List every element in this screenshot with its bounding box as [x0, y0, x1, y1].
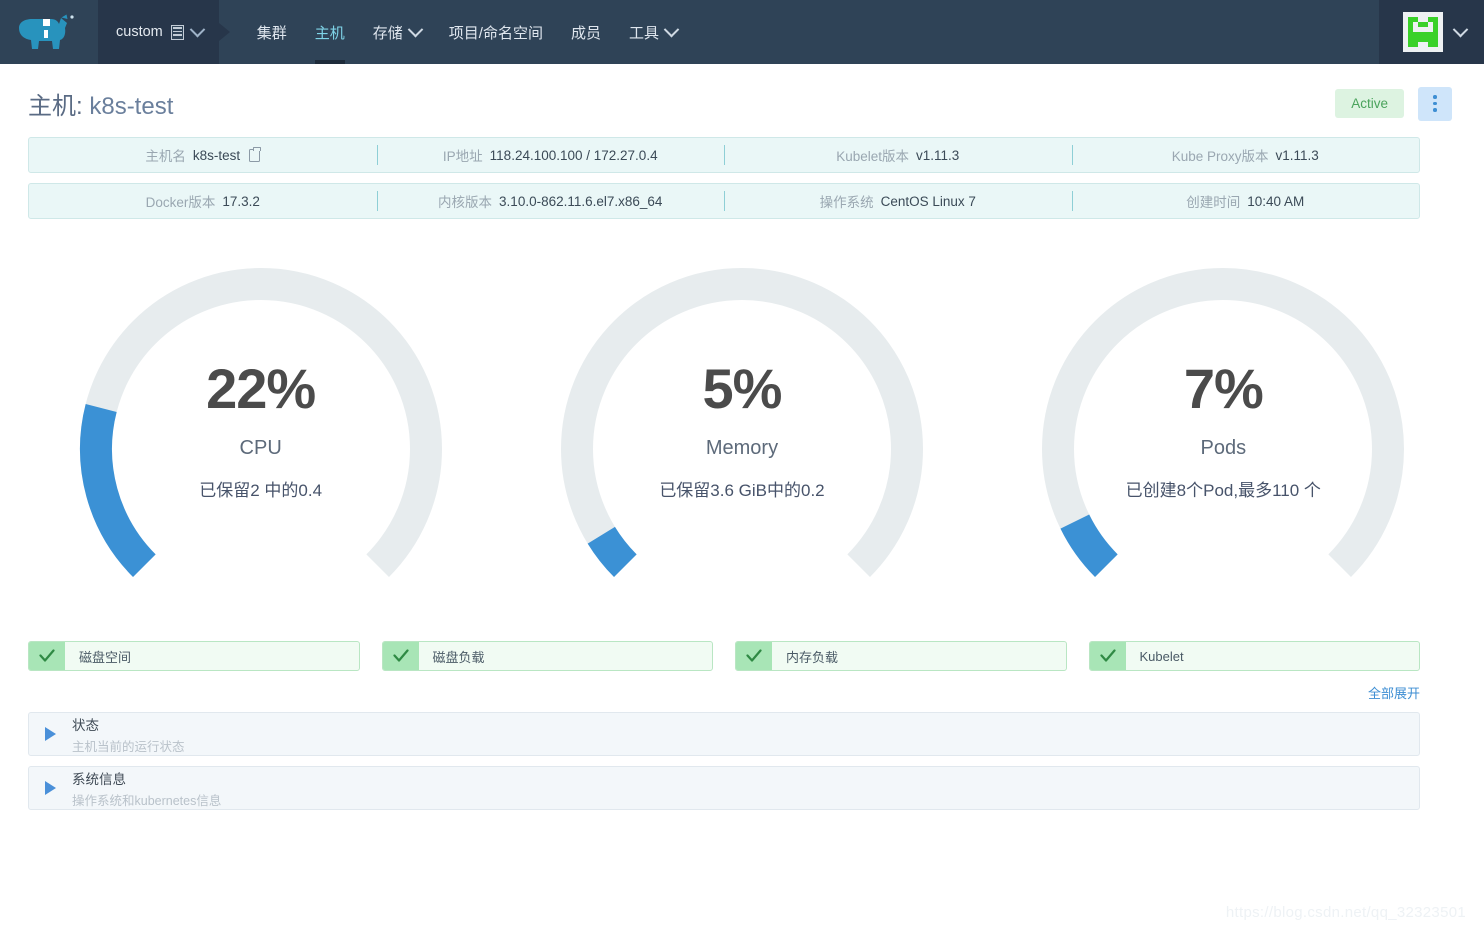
cluster-selector[interactable]: custom: [98, 0, 230, 64]
active-tab-underline: [314, 60, 345, 64]
chevron-down-icon: [663, 21, 680, 37]
cluster-selector-label: custom: [116, 24, 163, 40]
info-kernel-version: 内核版本 3.10.0-862.11.6.el7.x86_64: [376, 184, 725, 218]
condition-disk-pressure: 磁盘负载: [381, 641, 713, 671]
info-ip-address: IP地址 118.24.100.100 / 172.27.0.4: [376, 138, 725, 172]
nav-item-label: 工具: [628, 24, 659, 42]
page-header: 主机: k8s-test Active: [0, 64, 1484, 137]
info-label: Kube Proxy版本: [1171, 149, 1269, 164]
info-label: 创建时间: [1186, 195, 1241, 210]
info-docker-version: Docker版本 17.3.2: [29, 184, 377, 218]
info-kube-proxy-version: Kube Proxy版本 v1.11.3: [1071, 138, 1420, 172]
chevron-down-icon: [407, 21, 424, 37]
user-menu[interactable]: [1379, 0, 1484, 64]
list-icon: [170, 24, 184, 40]
check-icon: [736, 642, 772, 670]
user-avatar-identicon: [1403, 12, 1443, 52]
nav-item-label: 成员: [570, 24, 601, 42]
condition-label: 磁盘负载: [432, 649, 485, 665]
info-hostname: 主机名 k8s-test: [29, 138, 377, 172]
info-label: 内核版本: [438, 195, 493, 210]
page-title-prefix: 主机: [28, 93, 76, 120]
gauge-memory-chart: [560, 268, 923, 577]
nav-item-label: 主机: [314, 24, 345, 42]
accordion-system-info[interactable]: 系统信息 操作系统和kubernetes信息: [28, 766, 1420, 810]
accordion-description: 操作系统和kubernetes信息: [72, 793, 222, 808]
info-created-time: 创建时间 10:40 AM: [1071, 184, 1420, 218]
info-bar-row-1: 主机名 k8s-test IP地址 118.24.100.100 / 172.2…: [28, 137, 1420, 173]
condition-memory-pressure: 内存负载: [735, 641, 1067, 671]
copy-icon[interactable]: [249, 146, 261, 162]
triangle-right-icon: [45, 727, 56, 741]
info-value: 3.10.0-862.11.6.el7.x86_64: [499, 193, 663, 209]
nav-item-label: 存储: [372, 24, 403, 42]
nav-item-label: 项目/命名空间: [448, 24, 543, 42]
gauge-pods: 7% Pods 已创建8个Pod,最多110 个: [983, 253, 1464, 613]
resource-gauges: 22% CPU 已保留2 中的0.4 5% Memory 已保留3.6 GiB中…: [0, 253, 1484, 613]
check-icon: [1089, 642, 1126, 670]
info-value: v1.11.3: [1275, 147, 1319, 163]
expand-all-row: 全部展开: [28, 683, 1420, 702]
navbar-right: [1379, 0, 1484, 64]
nav-items: 集群 主机 存储 项目/命名空间 成员 工具: [219, 0, 691, 64]
accordion-title: 状态: [72, 717, 99, 733]
page-header-actions: Active: [1335, 86, 1452, 121]
nav-item-label: 集群: [256, 24, 287, 42]
gauge-cpu-chart: [79, 268, 442, 577]
condition-kubelet: Kubelet: [1088, 641, 1420, 671]
gauge-memory: 5% Memory 已保留3.6 GiB中的0.2: [501, 253, 982, 613]
nav-item-hosts[interactable]: 主机: [301, 0, 359, 64]
app-logo[interactable]: [0, 0, 98, 64]
rancher-cow-logo-icon: [19, 14, 74, 49]
page-title-separator: :: [76, 93, 83, 120]
info-label: Kubelet版本: [836, 149, 909, 164]
nav-item-tools[interactable]: 工具: [615, 0, 691, 64]
info-label: 操作系统: [819, 195, 874, 210]
info-value: 10:40 AM: [1247, 193, 1305, 209]
accordion-title: 系统信息: [72, 771, 126, 787]
triangle-right-icon: [45, 781, 56, 795]
condition-label: 磁盘空间: [79, 649, 132, 665]
info-label: IP地址: [442, 149, 483, 164]
condition-label: Kubelet: [1139, 648, 1184, 664]
kebab-menu-icon[interactable]: [1418, 86, 1452, 121]
nav-item-projects-namespaces[interactable]: 项目/命名空间: [435, 0, 557, 64]
top-navbar: custom 集群 主机 存储 项目/命名空间 成员 工具: [0, 0, 1484, 64]
chevron-down-icon: [189, 21, 206, 37]
accordion-description: 主机当前的运行状态: [72, 739, 185, 754]
gauge-cpu: 22% CPU 已保留2 中的0.4: [20, 253, 501, 613]
info-value: k8s-test: [192, 147, 241, 163]
info-operating-system: 操作系统 CentOS Linux 7: [724, 184, 1072, 218]
info-value: CentOS Linux 7: [880, 193, 976, 209]
status-badge: Active: [1335, 89, 1404, 118]
nav-item-clusters[interactable]: 集群: [243, 0, 301, 64]
watermark: https://blog.csdn.net/qq_32323501: [1225, 904, 1466, 921]
info-bar-row-2: Docker版本 17.3.2 内核版本 3.10.0-862.11.6.el7…: [28, 183, 1420, 219]
info-value: 118.24.100.100 / 172.27.0.4: [489, 147, 658, 163]
condition-chips: 磁盘空间 磁盘负载 内存负载 Kubelet: [28, 641, 1420, 671]
gauge-pods-chart: [1042, 268, 1405, 577]
chevron-down-icon: [1452, 21, 1469, 37]
accordion-status[interactable]: 状态 主机当前的运行状态: [28, 712, 1420, 756]
nav-item-storage[interactable]: 存储: [359, 0, 435, 64]
expand-all-link[interactable]: 全部展开: [1368, 683, 1420, 702]
info-label: 主机名: [145, 149, 186, 164]
page-title: 主机: k8s-test: [28, 86, 173, 121]
info-value: 17.3.2: [222, 193, 260, 209]
info-kubelet-version: Kubelet版本 v1.11.3: [724, 138, 1072, 172]
page-title-value: k8s-test: [89, 93, 174, 120]
breadcrumb-arrow: [218, 23, 230, 41]
info-label: Docker版本: [145, 195, 216, 210]
info-value: v1.11.3: [916, 147, 960, 163]
check-icon: [29, 642, 65, 670]
nav-item-members[interactable]: 成员: [557, 0, 615, 64]
check-icon: [382, 642, 419, 670]
condition-label: 内存负载: [786, 649, 839, 665]
condition-disk-space: 磁盘空间: [28, 641, 360, 671]
